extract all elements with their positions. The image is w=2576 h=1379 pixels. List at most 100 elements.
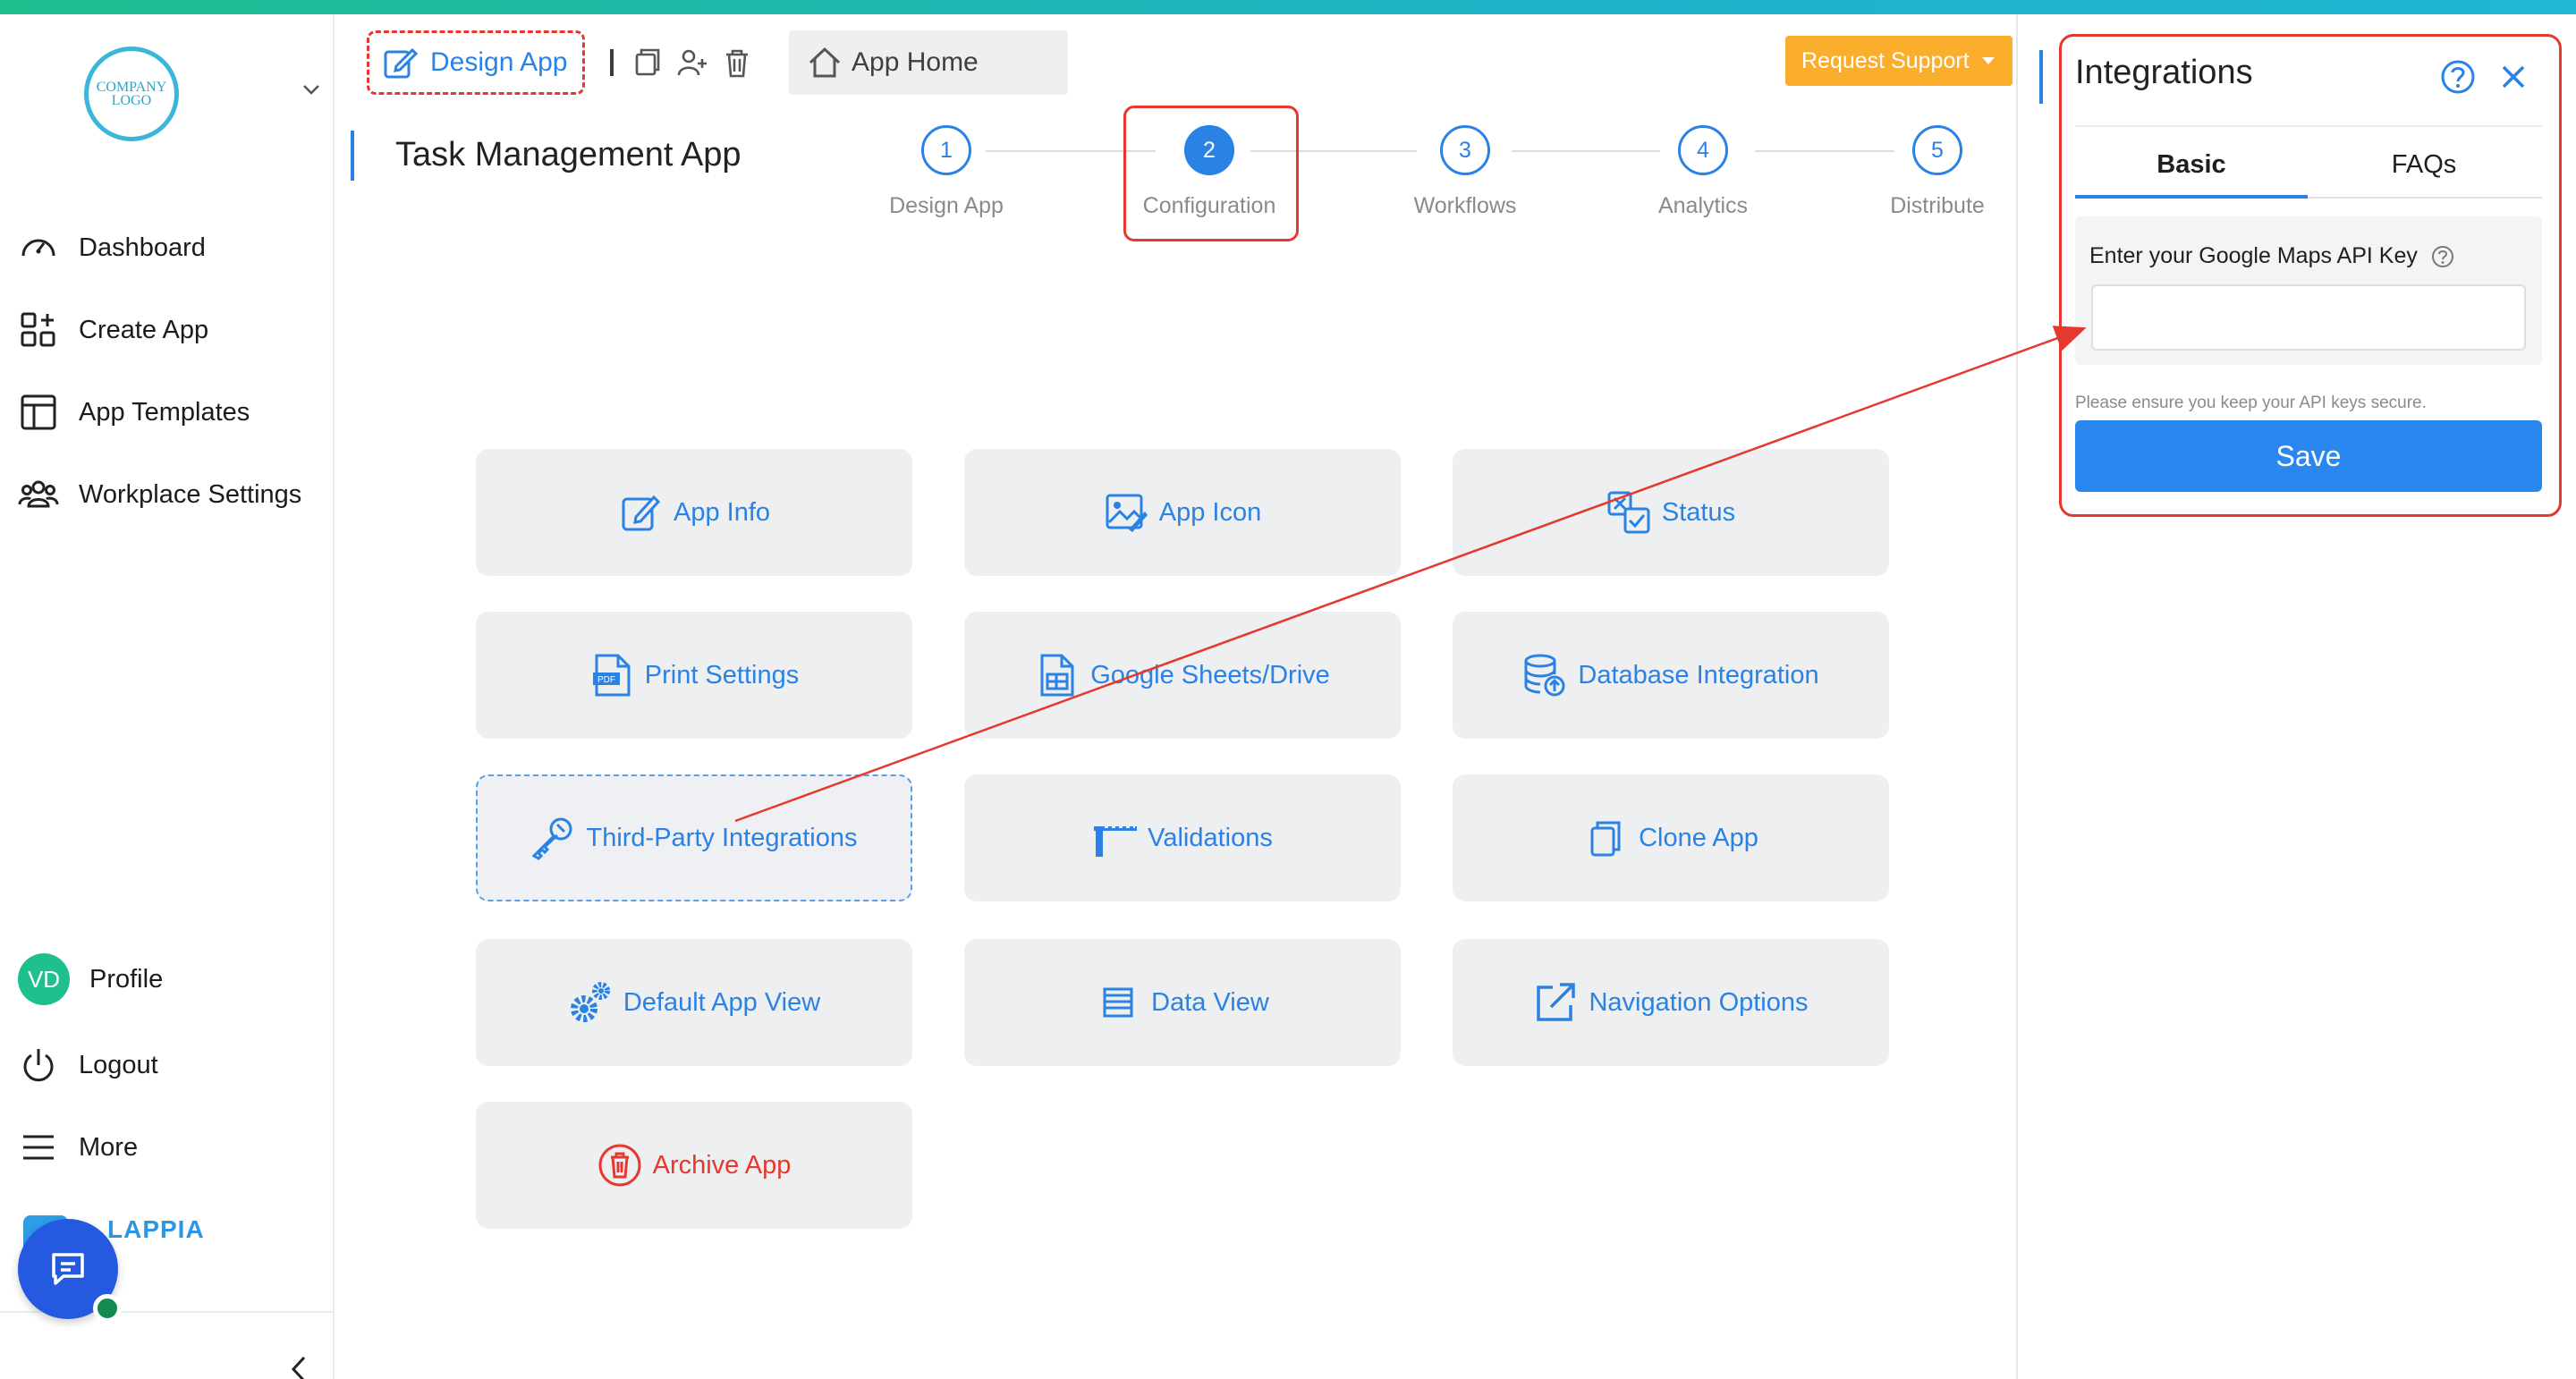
sidebar-item-workplace-settings[interactable]: Workplace Settings bbox=[18, 472, 301, 517]
sidebar-item-label: Logout bbox=[79, 1050, 158, 1079]
tile-navigation-options[interactable]: Navigation Options bbox=[1453, 939, 1889, 1066]
tile-label: App Icon bbox=[1158, 497, 1262, 527]
sidebar-item-app-templates[interactable]: App Templates bbox=[18, 390, 250, 435]
image-icon bbox=[1106, 494, 1148, 532]
sidebar-item-create-app[interactable]: Create App bbox=[18, 308, 208, 352]
step-number: 3 bbox=[1459, 137, 1471, 163]
save-button[interactable]: Save bbox=[2075, 420, 2542, 492]
request-support-label: Request Support bbox=[1801, 47, 1970, 73]
step-label-analytics[interactable]: Analytics bbox=[1614, 193, 1792, 219]
close-icon[interactable] bbox=[2499, 63, 2528, 91]
chevron-down-icon[interactable] bbox=[301, 79, 322, 100]
tile-clone-app[interactable]: Clone App bbox=[1453, 774, 1889, 901]
toolbar-separator bbox=[610, 49, 614, 76]
tile-app-icon[interactable]: App Icon bbox=[964, 449, 1401, 576]
tile-label: Default App View bbox=[623, 987, 821, 1017]
sidebar-item-label: Profile bbox=[89, 964, 164, 994]
panel-divider bbox=[2075, 125, 2542, 127]
chevron-left-icon[interactable] bbox=[286, 1354, 313, 1379]
step-connector bbox=[1512, 150, 1660, 152]
sidebar-item-label: App Templates bbox=[79, 397, 250, 427]
sidebar-item-label: Dashboard bbox=[79, 233, 206, 262]
tile-default-app-view[interactable]: Default App View bbox=[476, 939, 912, 1066]
external-link-icon bbox=[1537, 983, 1576, 1021]
menu-icon bbox=[23, 1135, 54, 1160]
api-key-label-text: Enter your Google Maps API Key bbox=[2089, 243, 2418, 268]
tile-label: Clone App bbox=[1639, 823, 1758, 852]
tile-label: Status bbox=[1661, 497, 1736, 527]
edit-icon bbox=[384, 47, 418, 79]
help-icon[interactable] bbox=[2440, 59, 2476, 95]
tab-design-app[interactable]: Design App bbox=[367, 30, 585, 95]
tile-data-view[interactable]: Data View bbox=[964, 939, 1401, 1066]
step-3[interactable]: 3 bbox=[1440, 125, 1490, 175]
validation-icon bbox=[1094, 826, 1138, 857]
api-key-input[interactable] bbox=[2091, 284, 2526, 351]
step-number: 5 bbox=[1931, 137, 1944, 163]
main-divider bbox=[2016, 14, 2018, 1379]
step-number: 4 bbox=[1697, 137, 1709, 163]
copy-icon[interactable] bbox=[631, 47, 664, 79]
sidebar-item-label: More bbox=[79, 1132, 139, 1162]
tile-validations[interactable]: Validations bbox=[964, 774, 1401, 901]
request-support-button[interactable]: Request Support bbox=[1785, 36, 2012, 86]
step-label-design-app[interactable]: Design App bbox=[857, 193, 1036, 219]
api-key-label: Enter your Google Maps API Key bbox=[2089, 243, 2455, 269]
trash-icon[interactable] bbox=[721, 47, 753, 79]
sidebar-item-dashboard[interactable]: Dashboard bbox=[18, 225, 206, 270]
tile-app-info[interactable]: App Info bbox=[476, 449, 912, 576]
edit-icon bbox=[622, 495, 661, 531]
step-5[interactable]: 5 bbox=[1912, 125, 1962, 175]
caret-down-icon bbox=[1981, 57, 1995, 64]
copy-icon bbox=[1590, 821, 1621, 857]
step-label-workflows[interactable]: Workflows bbox=[1376, 193, 1555, 219]
sidebar-item-profile[interactable]: VD Profile bbox=[18, 953, 164, 1005]
tab-app-home[interactable]: App Home bbox=[789, 30, 1068, 95]
tab-label: Design App bbox=[430, 47, 568, 77]
status-icon bbox=[1607, 491, 1650, 534]
sidebar-item-label: Workplace Settings bbox=[79, 479, 302, 509]
step-4[interactable]: 4 bbox=[1678, 125, 1728, 175]
chat-icon bbox=[52, 1253, 84, 1285]
templates-icon bbox=[21, 394, 56, 430]
database-icon bbox=[1524, 654, 1565, 697]
step-label-distribute[interactable]: Distribute bbox=[1848, 193, 2027, 219]
tile-label: Database Integration bbox=[1578, 660, 1819, 690]
sidebar-item-more[interactable]: More bbox=[18, 1125, 138, 1170]
tab-label: App Home bbox=[852, 47, 979, 77]
step-number: 1 bbox=[940, 137, 953, 163]
tab-faqs[interactable]: FAQs bbox=[2308, 150, 2540, 180]
help-icon[interactable] bbox=[2430, 244, 2455, 269]
key-icon bbox=[532, 817, 572, 860]
tile-third-party-integrations[interactable]: Third-Party Integrations bbox=[476, 774, 912, 901]
tile-label: Archive App bbox=[652, 1150, 792, 1180]
workplace-icon bbox=[18, 480, 59, 508]
panel-title: Integrations bbox=[2075, 54, 2253, 91]
tile-archive-app[interactable]: Archive App bbox=[476, 1102, 912, 1229]
tile-database-integration[interactable]: Database Integration bbox=[1453, 612, 1889, 739]
sheets-icon bbox=[1040, 654, 1074, 697]
sidebar-item-logout[interactable]: Logout bbox=[18, 1043, 158, 1087]
power-icon bbox=[23, 1049, 54, 1082]
trash-icon bbox=[598, 1144, 641, 1187]
tab-basic[interactable]: Basic bbox=[2075, 150, 2308, 180]
active-tab-indicator bbox=[2075, 195, 2308, 199]
step-connector bbox=[1755, 150, 1894, 152]
add-user-icon[interactable] bbox=[676, 47, 708, 79]
top-accent-bar bbox=[0, 0, 2576, 14]
tile-label: Google Sheets/Drive bbox=[1090, 660, 1330, 690]
gears-icon bbox=[570, 982, 610, 1022]
tile-label: Validations bbox=[1148, 823, 1273, 852]
tile-status[interactable]: Status bbox=[1453, 449, 1889, 576]
company-logo[interactable]: COMPANY LOGO bbox=[84, 47, 179, 141]
configuration-highlight bbox=[1123, 106, 1299, 241]
tile-label: Data View bbox=[1151, 987, 1269, 1017]
tile-print-settings[interactable]: PDF Print Settings bbox=[476, 612, 912, 739]
sidebar-item-label: Create App bbox=[79, 315, 209, 344]
tile-google-sheets-drive[interactable]: Google Sheets/Drive bbox=[964, 612, 1401, 739]
tile-label: Third-Party Integrations bbox=[586, 823, 858, 852]
step-1[interactable]: 1 bbox=[921, 125, 971, 175]
main-content: Design App App Home Request Support Task… bbox=[351, 14, 2016, 1379]
create-app-icon bbox=[21, 312, 55, 347]
list-icon bbox=[1103, 987, 1133, 1018]
